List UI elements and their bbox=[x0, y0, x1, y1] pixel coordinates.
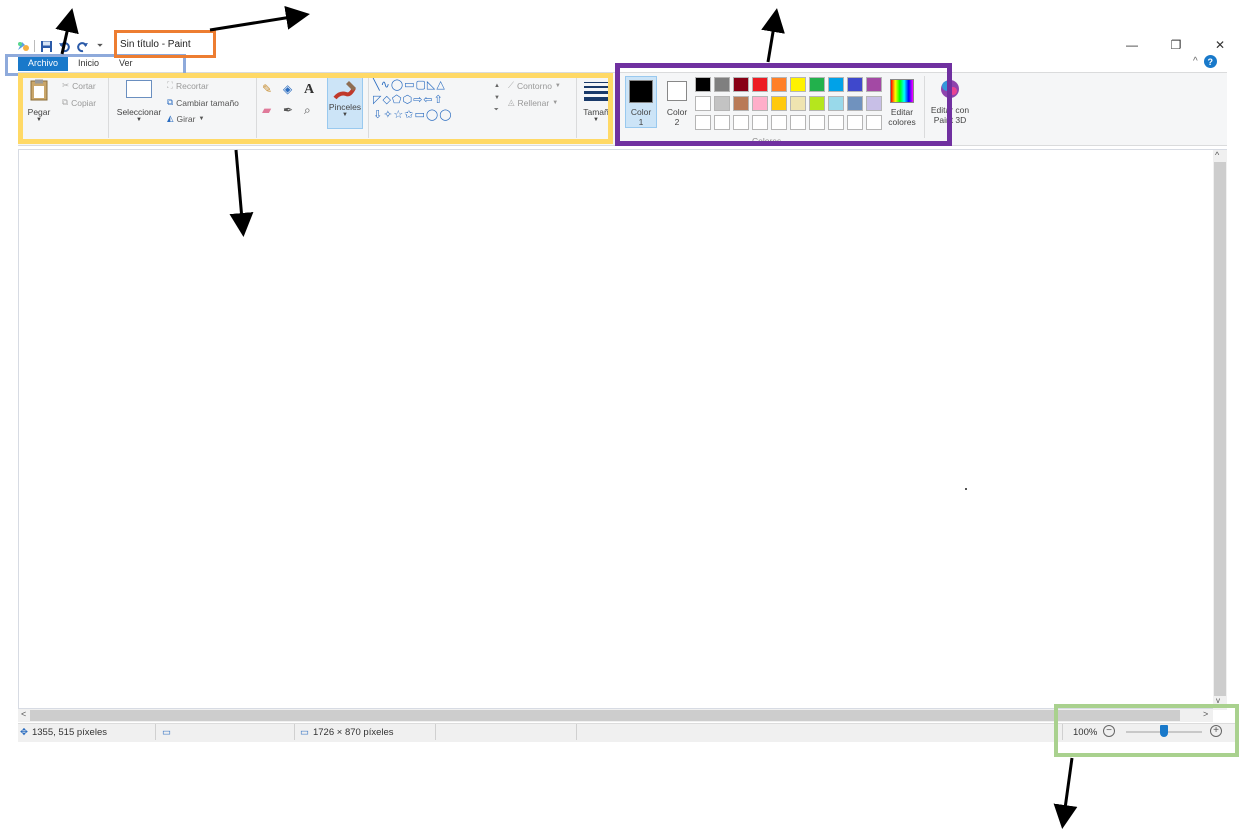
status-separator bbox=[155, 724, 156, 740]
undo-icon[interactable] bbox=[57, 39, 71, 53]
horizontal-scrollbar-thumb[interactable] bbox=[30, 710, 1180, 721]
help-area: ^ ? bbox=[1193, 55, 1217, 68]
canvas-dot bbox=[965, 488, 967, 490]
quick-access-toolbar: ⏷ bbox=[16, 37, 107, 55]
canvas-size-text: 1726 × 870 píxeles bbox=[312, 727, 394, 738]
close-button[interactable]: ✕ bbox=[1198, 37, 1239, 53]
window-controls: — ❐ ✕ bbox=[1110, 37, 1239, 53]
selection-icon: ▭ bbox=[162, 727, 171, 738]
annotation-box-ribbon bbox=[18, 73, 613, 144]
status-separator bbox=[435, 724, 436, 740]
paint-app-icon[interactable] bbox=[16, 39, 30, 53]
canvas-size-icon: ▭ bbox=[300, 727, 309, 738]
redo-icon[interactable] bbox=[75, 39, 89, 53]
minimize-button[interactable]: — bbox=[1110, 37, 1154, 53]
arrow-to-colors bbox=[761, 8, 785, 63]
move-cursor-icon: ✥ bbox=[20, 727, 28, 738]
customize-quick-access-chevron-icon[interactable]: ⏷ bbox=[93, 39, 107, 53]
save-icon[interactable] bbox=[39, 39, 53, 53]
selection-size-status: ▭ bbox=[162, 727, 171, 738]
quick-access-separator bbox=[34, 40, 35, 52]
cursor-position-status: ✥ 1355, 515 píxeles bbox=[20, 727, 107, 738]
canvas-size-status: ▭ 1726 × 870 píxeles bbox=[300, 727, 394, 738]
scroll-left-icon[interactable]: < bbox=[21, 709, 26, 719]
annotation-box-title bbox=[114, 30, 216, 58]
help-icon[interactable]: ? bbox=[1203, 55, 1217, 68]
scroll-up-icon[interactable]: ^ bbox=[1215, 150, 1219, 160]
annotation-box-zoom bbox=[1054, 704, 1239, 757]
arrow-to-zoom bbox=[1053, 757, 1078, 829]
maximize-button[interactable]: ❐ bbox=[1154, 37, 1198, 53]
arrow-to-title bbox=[209, 5, 310, 32]
collapse-ribbon-icon[interactable]: ^ bbox=[1193, 56, 1198, 67]
status-separator bbox=[294, 724, 295, 740]
drawing-canvas[interactable] bbox=[18, 149, 1227, 709]
status-separator bbox=[576, 724, 577, 740]
annotation-box-colors bbox=[615, 63, 952, 146]
cursor-position-text: 1355, 515 píxeles bbox=[31, 727, 107, 738]
vertical-scrollbar-thumb[interactable] bbox=[1214, 162, 1226, 696]
